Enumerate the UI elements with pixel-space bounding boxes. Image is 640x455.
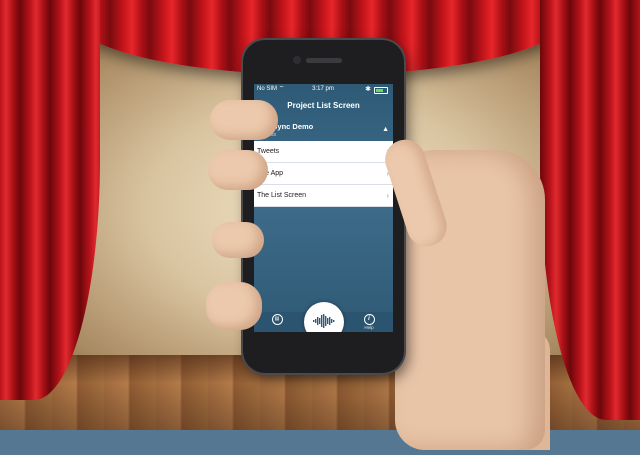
- card-label: The List Screen: [257, 192, 307, 199]
- finger: [212, 222, 264, 258]
- waveform-icon: [313, 314, 335, 328]
- chevron-right-icon: ›: [386, 191, 389, 200]
- status-time: 3:17 pm: [312, 86, 334, 92]
- card-list: Tweets › The App › The List Screen ›: [254, 141, 393, 207]
- bluetooth-icon: ✱: [365, 86, 371, 93]
- finger: [206, 282, 262, 330]
- info-icon: i: [363, 314, 375, 325]
- finger: [210, 100, 278, 140]
- status-bar: No SIM ⌔ 3:17 pm ✱: [254, 84, 393, 95]
- earpiece: [306, 58, 342, 63]
- battery-icon: [374, 87, 388, 94]
- list-icon: ▤: [271, 314, 283, 325]
- finger: [208, 150, 268, 190]
- tab-help-label: Help: [364, 325, 374, 330]
- front-camera: [293, 56, 301, 64]
- card-item-the-app[interactable]: The App ›: [254, 163, 393, 185]
- card-item-the-list-screen[interactable]: The List Screen ›: [254, 185, 393, 207]
- carrier-text: No SIM: [257, 86, 278, 92]
- card-item-tweets[interactable]: Tweets ›: [254, 141, 393, 163]
- wifi-icon: ⌔: [278, 86, 285, 92]
- chevron-up-icon[interactable]: ▲: [382, 126, 389, 133]
- record-button[interactable]: [304, 302, 344, 332]
- tab-list[interactable]: ▤: [269, 314, 285, 325]
- tab-help[interactable]: i Help: [360, 314, 378, 330]
- carrier-label: No SIM ⌔: [257, 84, 284, 95]
